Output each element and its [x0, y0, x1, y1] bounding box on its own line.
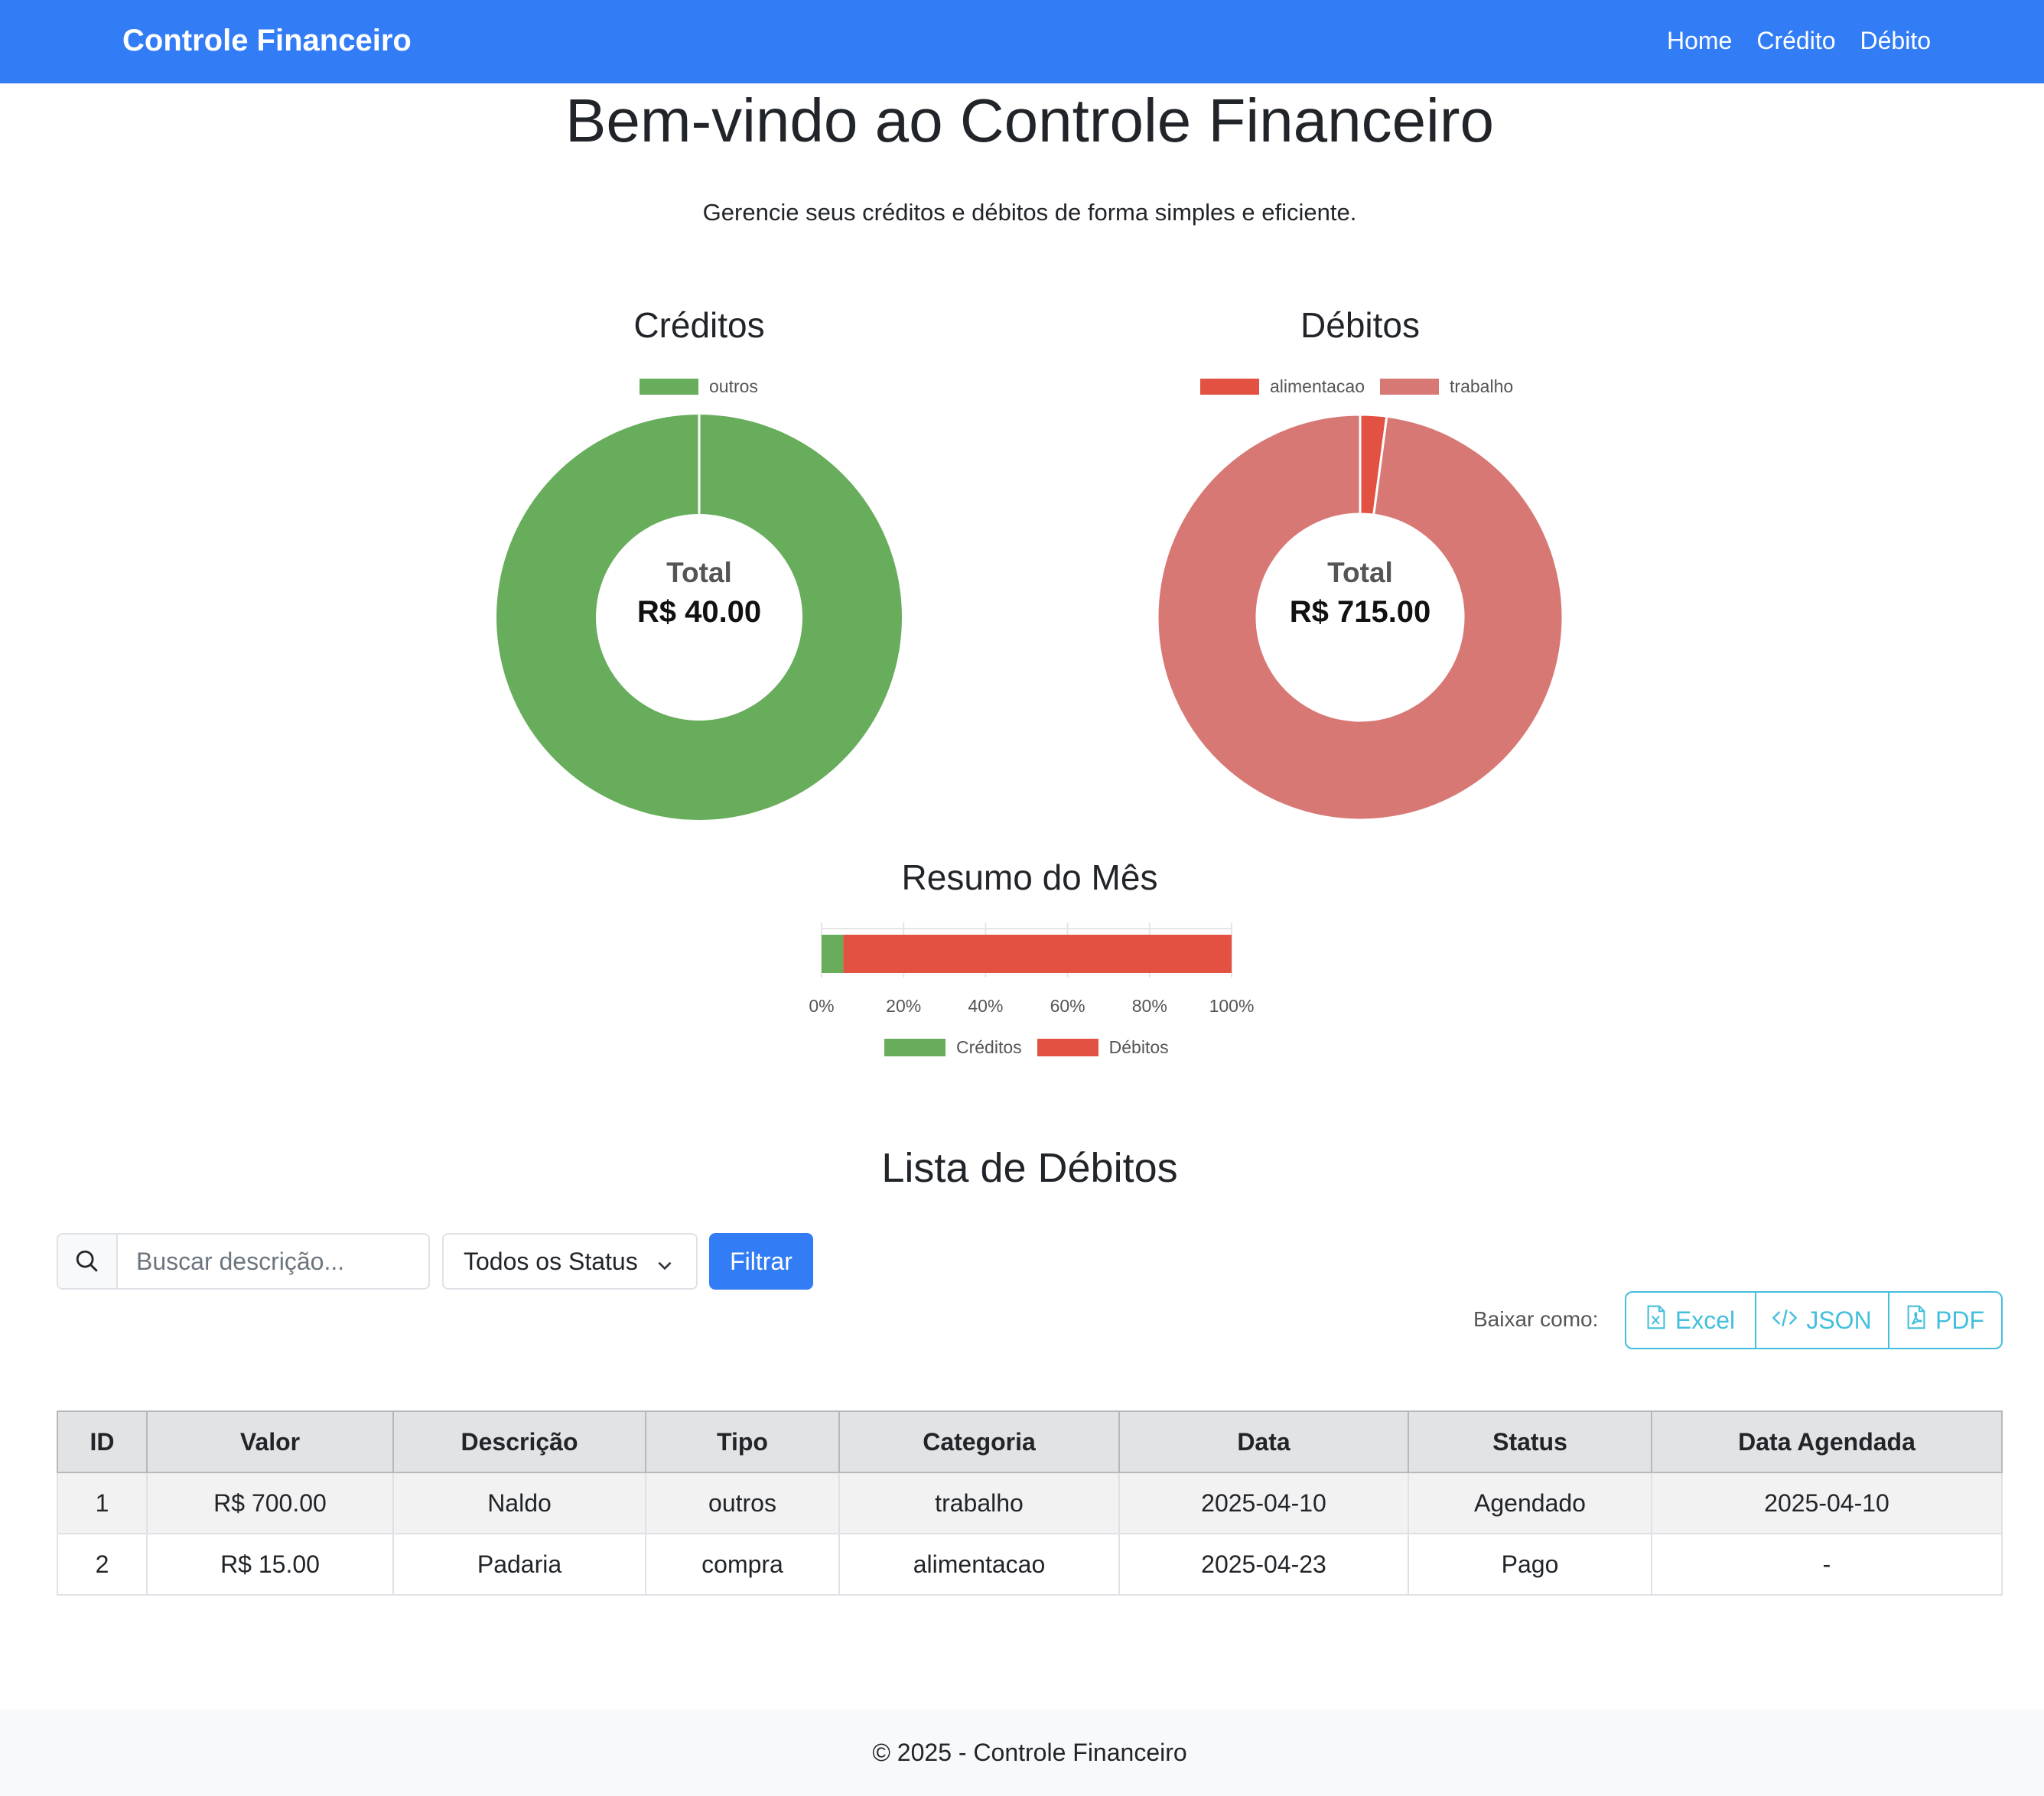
table-cell: 2: [57, 1533, 148, 1596]
column-header[interactable]: Data: [1118, 1410, 1409, 1473]
table-cell: alimentacao: [838, 1533, 1120, 1596]
table-cell: Naldo: [392, 1472, 646, 1534]
legend-swatch: [640, 379, 698, 395]
download-json-label: JSON: [1806, 1306, 1872, 1334]
search-group: [57, 1233, 430, 1290]
download-excel-label: Excel: [1675, 1306, 1736, 1334]
page-title: Bem-vindo ao Controle Financeiro: [565, 86, 1494, 155]
x-tick-label: 60%: [1050, 996, 1085, 1016]
table-cell: R$ 700.00: [146, 1472, 394, 1534]
credits-chart-title: Créditos: [633, 305, 765, 345]
legend-label: alimentacao: [1270, 376, 1365, 396]
debits-total: Total R$ 715.00: [1245, 557, 1475, 630]
legend-item[interactable]: Débitos: [1037, 1037, 1169, 1058]
legend-label: Débitos: [1108, 1037, 1169, 1057]
search-input[interactable]: [118, 1235, 428, 1288]
nav-links: Home Crédito Débito: [1667, 27, 1931, 55]
search-icon: [58, 1235, 118, 1288]
debits-total-value: R$ 715.00: [1289, 595, 1431, 629]
credits-total: Total R$ 40.00: [584, 557, 814, 630]
file-pdf-icon: [1906, 1305, 1926, 1336]
table-cell: compra: [645, 1533, 840, 1596]
debits-total-label: Total: [1327, 557, 1393, 588]
column-header[interactable]: Tipo: [645, 1410, 840, 1473]
download-excel-button[interactable]: Excel: [1626, 1293, 1755, 1348]
code-icon: [1772, 1306, 1798, 1335]
summary-bar-chart: [821, 922, 1232, 978]
table-cell: 2025-04-10: [1118, 1472, 1409, 1534]
legend-swatch: [1037, 1039, 1098, 1056]
debits-list-title: Lista de Débitos: [881, 1145, 1178, 1191]
debits-chart-title: Débitos: [1300, 305, 1420, 345]
table-cell: R$ 15.00: [146, 1533, 394, 1596]
nav-link-debito[interactable]: Débito: [1860, 27, 1932, 55]
debits-table: ID Valor Descrição Tipo Categoria Data S…: [57, 1410, 2003, 1596]
column-header[interactable]: Status: [1408, 1410, 1652, 1473]
table-cell: 2025-04-23: [1118, 1533, 1409, 1596]
credits-total-value: R$ 40.00: [636, 595, 762, 629]
table-cell: -: [1651, 1533, 2003, 1596]
x-tick-label: 40%: [968, 996, 1004, 1016]
page-subtitle: Gerencie seus créditos e débitos de form…: [702, 199, 1357, 226]
table-cell: Pago: [1408, 1533, 1652, 1596]
table-header-row: ID Valor Descrição Tipo Categoria Data S…: [57, 1410, 2003, 1473]
column-header[interactable]: Valor: [146, 1410, 394, 1473]
legend-swatch: [1200, 379, 1259, 395]
summary-legend: Créditos Débitos: [884, 1037, 1184, 1058]
status-select[interactable]: Todos os Status: [442, 1233, 698, 1290]
legend-label: outros: [709, 376, 758, 396]
x-tick-label: 0%: [809, 996, 835, 1016]
legend-label: trabalho: [1450, 376, 1514, 396]
column-header[interactable]: ID: [57, 1410, 148, 1473]
column-header[interactable]: Categoria: [838, 1410, 1120, 1473]
file-excel-icon: [1646, 1305, 1666, 1336]
bar-Débitos[interactable]: [843, 935, 1232, 973]
footer-text: © 2025 - Controle Financeiro: [872, 1739, 1187, 1766]
download-button-group: Excel JSON PDF: [1625, 1291, 2003, 1349]
column-header[interactable]: Data Agendada: [1651, 1410, 2003, 1473]
bar-Créditos[interactable]: [822, 935, 844, 973]
x-tick-label: 80%: [1131, 996, 1167, 1016]
legend-item[interactable]: trabalho: [1380, 376, 1513, 397]
legend-item[interactable]: alimentacao: [1200, 376, 1365, 397]
download-pdf-label: PDF: [1935, 1306, 1984, 1334]
filter-button[interactable]: Filtrar: [709, 1233, 813, 1290]
table-cell: 1: [57, 1472, 148, 1534]
table-cell: Agendado: [1408, 1472, 1652, 1534]
legend-item[interactable]: Créditos: [884, 1037, 1022, 1058]
x-tick-label: 100%: [1209, 996, 1255, 1016]
x-tick-label: 20%: [886, 996, 922, 1016]
legend-label: Créditos: [956, 1037, 1022, 1057]
download-json-button[interactable]: JSON: [1755, 1293, 1888, 1348]
status-select-value: Todos os Status: [464, 1247, 638, 1275]
navbar: Controle Financeiro Home Crédito Débito: [0, 0, 2044, 83]
legend-swatch: [1380, 379, 1440, 395]
legend-item[interactable]: outros: [640, 376, 758, 397]
credits-legend: outros: [640, 376, 773, 397]
credits-total-label: Total: [666, 557, 732, 588]
table-row[interactable]: 1 R$ 700.00 Naldo outros trabalho 2025-0…: [57, 1472, 2003, 1534]
chevron-down-icon: [655, 1253, 675, 1281]
table-cell: 2025-04-10: [1651, 1472, 2003, 1534]
column-header[interactable]: Descrição: [392, 1410, 646, 1473]
table-cell: Padaria: [392, 1533, 646, 1596]
download-pdf-button[interactable]: PDF: [1888, 1293, 2001, 1348]
table-cell: trabalho: [838, 1472, 1120, 1534]
footer: © 2025 - Controle Financeiro: [0, 1710, 2044, 1796]
legend-swatch: [884, 1039, 946, 1056]
download-label: Baixar como:: [1473, 1307, 1599, 1331]
nav-link-credito[interactable]: Crédito: [1756, 27, 1835, 55]
nav-link-home[interactable]: Home: [1667, 27, 1732, 55]
table-row[interactable]: 2 R$ 15.00 Padaria compra alimentacao 20…: [57, 1533, 2003, 1596]
debits-legend: alimentacao trabalho: [1200, 376, 1528, 397]
summary-chart-title: Resumo do Mês: [901, 857, 1158, 897]
table-cell: outros: [645, 1472, 840, 1534]
brand-link[interactable]: Controle Financeiro: [122, 24, 412, 58]
